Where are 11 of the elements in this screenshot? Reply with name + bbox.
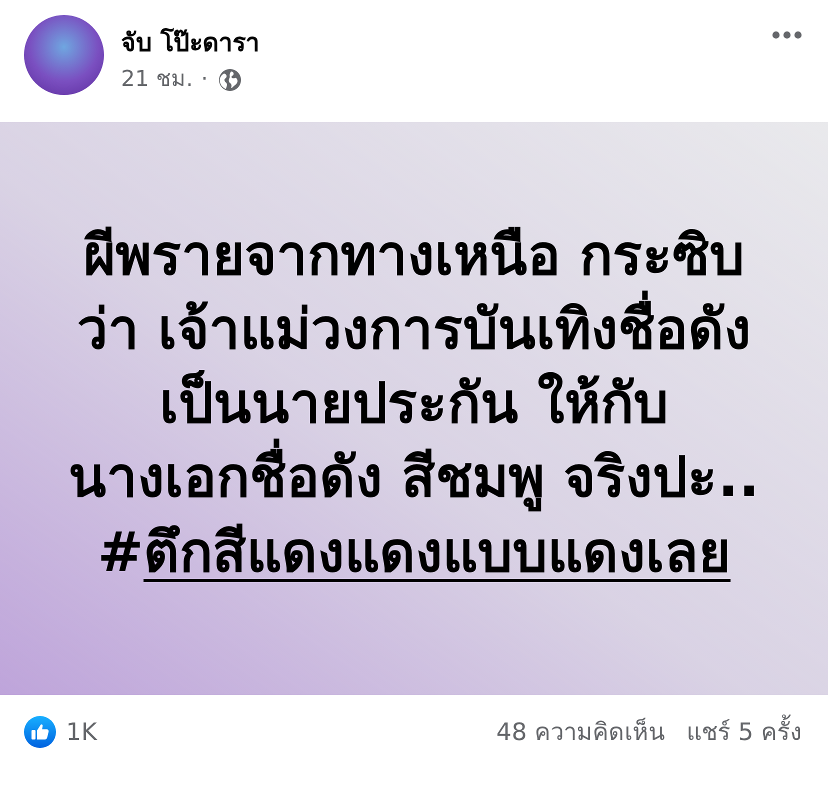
post-text: ผีพรายจากทางเหนือ กระซิบ ว่า เจ้าแม่วงการบันเทิงชื่อดัง เป็นนายประกัน ให้กับ นางเอกชื่อดัง สีชมพู จริงปะ..: [68, 218, 760, 514]
thumbs-up-icon: [24, 716, 56, 748]
separator-dot: ·: [200, 66, 208, 94]
more-options-icon[interactable]: [772, 31, 802, 39]
reaction-count[interactable]: 1K: [66, 715, 98, 749]
hashtag-link[interactable]: #ตึกสีแดงแดงแบบแดงเลย: [97, 514, 731, 590]
globe-icon: [218, 68, 242, 92]
share-count[interactable]: แชร์ 5 ครั้ง: [686, 715, 802, 749]
post-time[interactable]: 21 ชม.: [121, 65, 193, 95]
author-name[interactable]: จับ โป๊ะดารา: [121, 23, 260, 63]
comment-count[interactable]: 48 ความคิดเห็น: [496, 715, 664, 749]
